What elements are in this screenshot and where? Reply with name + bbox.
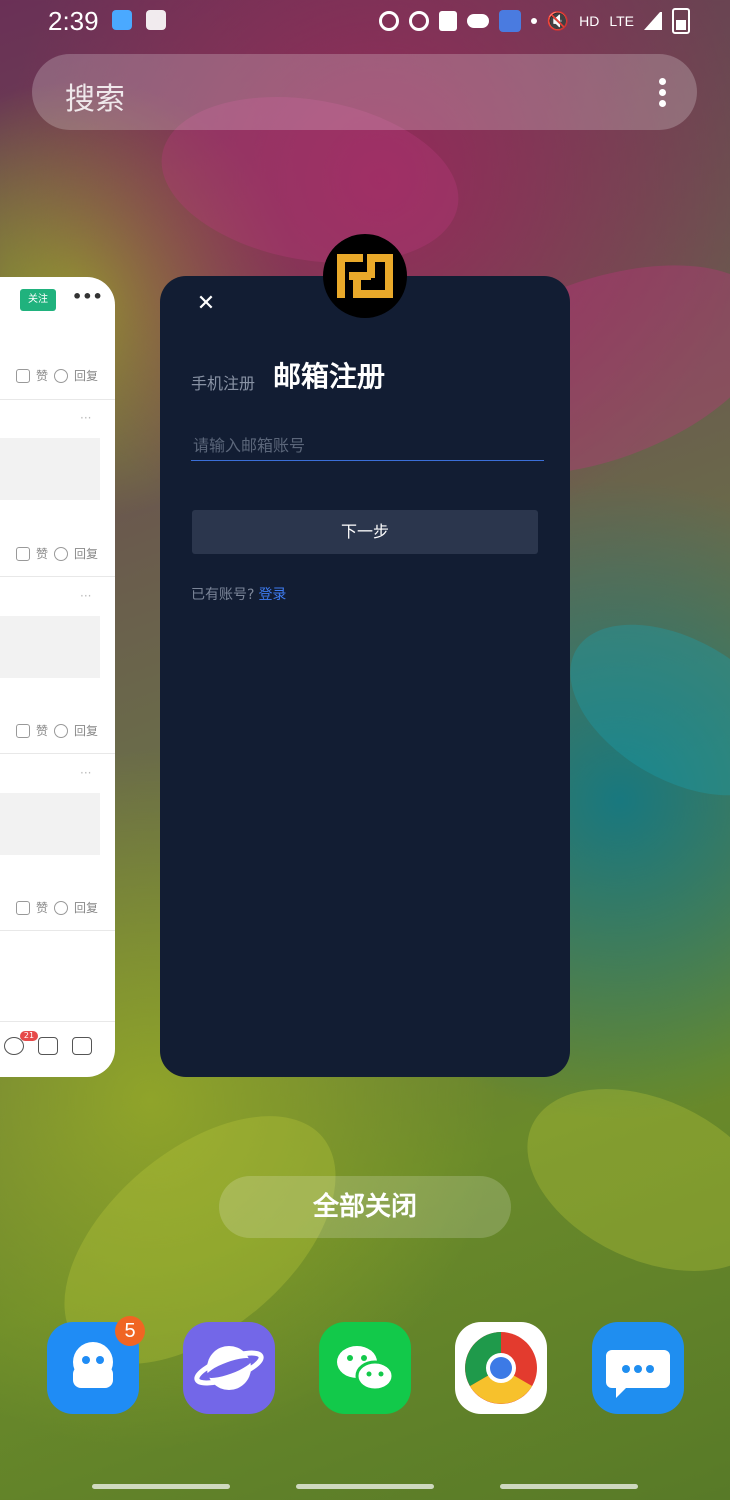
bottom-toolbar (4, 1037, 92, 1055)
divider (0, 1021, 115, 1022)
reply-label: 回复 (74, 547, 99, 561)
more-icon[interactable]: ··· (80, 766, 91, 780)
nav-back[interactable] (500, 1484, 638, 1489)
q-icon (378, 11, 399, 31)
messages-icon[interactable] (592, 1322, 684, 1414)
has-account-row: 已有账号? 登录 (191, 584, 286, 604)
cleaner-icon (498, 10, 521, 32)
alert-icon (438, 11, 457, 31)
q-icon (408, 11, 429, 31)
email-input[interactable] (191, 430, 544, 461)
more-icon[interactable]: ··· (80, 589, 91, 603)
post-placeholder (0, 616, 100, 678)
more-options-icon[interactable] (659, 78, 667, 108)
qq-notification-icon (112, 10, 132, 30)
next-button[interactable]: 下一步 (192, 510, 538, 554)
like-label: 赞 (36, 901, 49, 915)
like-label: 赞 (36, 547, 49, 561)
nav-recents[interactable] (92, 1484, 230, 1489)
wallpaper-petal (498, 1052, 730, 1308)
planet-glyph (194, 1346, 264, 1390)
status-right-icons: 🔇 HD LTE (378, 8, 690, 34)
dot-icon (530, 18, 537, 24)
like-label: 赞 (36, 724, 49, 738)
share-icon[interactable] (72, 1037, 92, 1055)
recent-app-card-main[interactable] (160, 276, 570, 1077)
thumbs-up-icon[interactable] (38, 1037, 58, 1055)
status-time: 2:39 (48, 6, 99, 36)
search-bar[interactable]: 搜索 (32, 54, 697, 130)
status-bar: 2:39 🔇 HD LTE (0, 0, 730, 44)
app-logo-icon[interactable] (323, 234, 407, 318)
has-account-text: 已有账号? (191, 587, 255, 603)
close-icon[interactable]: ✕ (196, 293, 216, 315)
divider (0, 930, 115, 931)
divider (0, 576, 115, 577)
calendar-notification-icon (146, 10, 166, 30)
search-placeholder: 搜索 (65, 82, 125, 117)
chrome-glyph (465, 1332, 537, 1404)
recent-app-card-left[interactable]: 关注 ••• 赞 回复 ··· 赞 回复 ··· 赞 回复 ··· 赞 回复 2… (0, 277, 115, 1077)
divider (0, 753, 115, 754)
wechat-glyph (337, 1346, 395, 1392)
mute-icon: 🔇 (546, 10, 570, 31)
post-actions: 赞 回复 (16, 899, 98, 916)
qq-badge: 5 (115, 1316, 145, 1346)
samsung-internet-icon[interactable] (183, 1322, 275, 1414)
reply-icon[interactable] (54, 368, 69, 383)
post-actions: 赞 回复 (16, 722, 98, 739)
lte-label: LTE (609, 13, 634, 29)
signal-icon (644, 12, 662, 30)
reply-label: 回复 (74, 724, 99, 738)
like-icon[interactable] (16, 723, 30, 738)
reply-icon[interactable] (54, 546, 69, 561)
reply-label: 回复 (74, 369, 99, 383)
post-placeholder (0, 793, 100, 855)
close-all-button[interactable]: 全部关闭 (219, 1176, 511, 1238)
like-icon[interactable] (16, 900, 30, 915)
logo-glyph (337, 254, 393, 298)
post-actions: 赞 回复 (16, 367, 98, 384)
like-label: 赞 (36, 369, 49, 383)
battery-icon (672, 8, 690, 34)
follow-button[interactable]: 关注 (20, 289, 56, 311)
more-icon[interactable]: ••• (72, 287, 103, 306)
login-link[interactable]: 登录 (258, 587, 286, 603)
comment-count-badge: 21 (20, 1031, 38, 1041)
tab-email-register[interactable]: 邮箱注册 (273, 355, 385, 395)
wechat-icon[interactable] (319, 1322, 411, 1414)
message-glyph (606, 1350, 670, 1398)
nav-home[interactable] (296, 1484, 434, 1489)
post-placeholder (0, 438, 100, 500)
cloud-icon (466, 14, 489, 28)
reply-label: 回复 (74, 901, 99, 915)
reply-icon[interactable] (54, 723, 69, 738)
more-icon[interactable]: ··· (80, 411, 91, 425)
tab-phone-register[interactable]: 手机注册 (191, 370, 255, 394)
hd-label: HD (579, 13, 600, 29)
like-icon[interactable] (16, 368, 30, 383)
post-actions: 赞 回复 (16, 545, 98, 562)
like-icon[interactable] (16, 546, 30, 561)
reply-icon[interactable] (54, 900, 69, 915)
divider (0, 399, 115, 400)
chrome-icon[interactable] (455, 1322, 547, 1414)
